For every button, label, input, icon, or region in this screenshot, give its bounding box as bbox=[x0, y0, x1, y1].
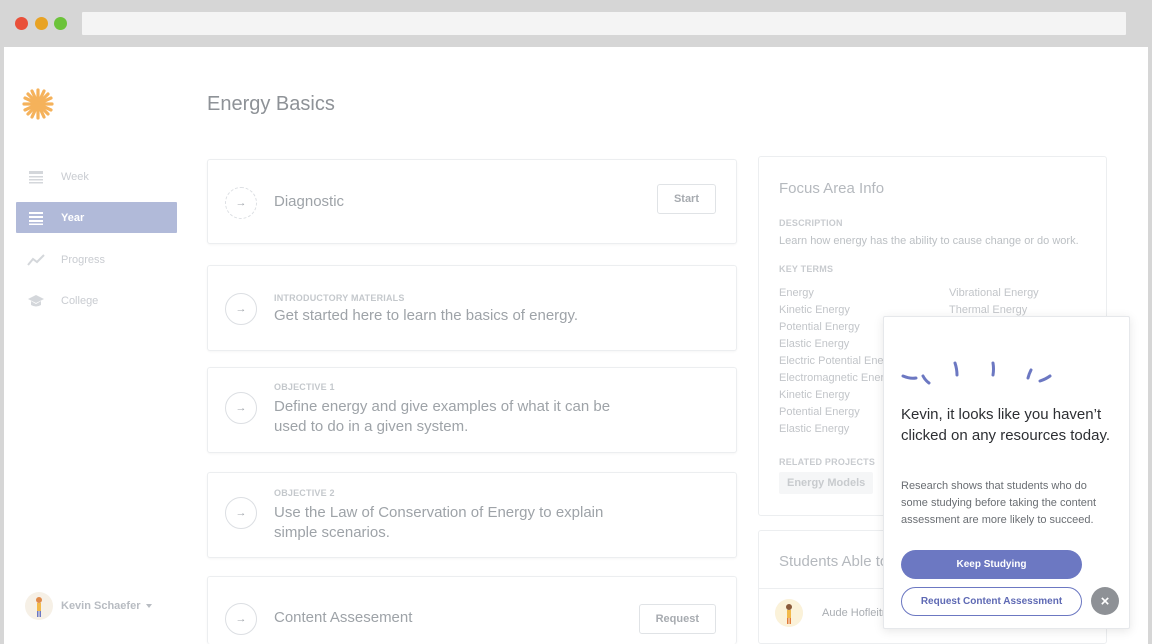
user-menu[interactable]: Kevin Schaefer bbox=[25, 592, 153, 620]
key-term[interactable]: Kinetic Energy bbox=[779, 304, 850, 316]
sidebar-item-progress[interactable]: Progress bbox=[16, 244, 177, 275]
related-projects-label: RELATED PROJECTS bbox=[779, 457, 876, 467]
key-term[interactable]: Electric Potential Ene bbox=[779, 355, 884, 367]
diagnostic-card[interactable]: → Diagnostic Start bbox=[207, 159, 737, 244]
arrow-right-icon: → bbox=[225, 392, 257, 424]
calendar-week-icon bbox=[27, 169, 45, 185]
key-term[interactable]: Thermal Energy bbox=[949, 304, 1027, 316]
key-term[interactable]: Elastic Energy bbox=[779, 338, 849, 350]
sidebar-item-year[interactable]: Year bbox=[16, 202, 177, 233]
key-term[interactable]: Potential Energy bbox=[779, 406, 860, 418]
app-logo[interactable] bbox=[22, 88, 54, 120]
sidebar-item-label: Progress bbox=[61, 253, 106, 266]
card-text: Get started here to learn the basics of … bbox=[274, 307, 579, 324]
content-assessment-card[interactable]: → Content Assesement Request bbox=[207, 576, 737, 644]
description-label: DESCRIPTION bbox=[779, 218, 843, 228]
keep-studying-button[interactable]: Keep Studying bbox=[901, 550, 1082, 579]
key-term[interactable]: Elastic Energy bbox=[779, 423, 849, 435]
sidebar-item-college[interactable]: College bbox=[16, 285, 177, 316]
panel-title: Students Able to bbox=[779, 553, 889, 570]
key-term[interactable]: Potential Energy bbox=[779, 321, 860, 333]
trend-line-icon bbox=[27, 252, 45, 268]
popup-body: Research shows that students who do some… bbox=[901, 480, 1097, 526]
arrow-right-icon: → bbox=[225, 187, 257, 219]
card-text: Use the Law of Conservation of Energy to… bbox=[274, 504, 604, 541]
intro-materials-card[interactable]: → INTRODUCTORY MATERIALS Get started her… bbox=[207, 265, 737, 351]
browser-frame-left bbox=[0, 47, 4, 644]
key-terms-label: KEY TERMS bbox=[779, 264, 834, 274]
user-name: Kevin Schaefer bbox=[61, 600, 141, 612]
key-term[interactable]: Electromagnetic Ener bbox=[779, 372, 884, 384]
start-button[interactable]: Start bbox=[656, 184, 716, 214]
list-icon bbox=[27, 210, 45, 226]
related-project-chip[interactable]: Energy Models bbox=[779, 472, 874, 494]
maximize-window-button[interactable] bbox=[54, 17, 67, 30]
request-content-assessment-button[interactable]: Request Content Assessment bbox=[901, 587, 1082, 616]
card-title: Content Assesement bbox=[274, 609, 413, 626]
study-reminder-popup: Kevin, it looks like you haven’t clicked… bbox=[883, 316, 1130, 629]
sparkle-burst-icon bbox=[901, 361, 1052, 385]
avatar bbox=[775, 599, 803, 627]
list-item[interactable]: Aude Hofleitne bbox=[775, 599, 894, 627]
avatar bbox=[25, 592, 53, 620]
browser-toolbar bbox=[0, 0, 1152, 47]
browser-frame-right bbox=[1148, 47, 1152, 644]
arrow-right-icon: → bbox=[225, 293, 257, 325]
card-kicker: OBJECTIVE 1 bbox=[274, 382, 335, 392]
sidebar-item-label: College bbox=[61, 294, 99, 307]
key-term[interactable]: Kinetic Energy bbox=[779, 389, 850, 401]
objective-2-card[interactable]: → OBJECTIVE 2 Use the Law of Conservatio… bbox=[207, 472, 737, 558]
sidebar-item-label: Year bbox=[61, 211, 85, 224]
card-kicker: OBJECTIVE 2 bbox=[274, 488, 335, 498]
close-window-button[interactable] bbox=[15, 17, 28, 30]
key-term[interactable]: Vibrational Energy bbox=[949, 287, 1039, 299]
popup-heading: Kevin, it looks like you haven’t clicked… bbox=[901, 406, 1110, 444]
minimize-window-button[interactable] bbox=[35, 17, 48, 30]
arrow-right-icon: → bbox=[225, 497, 257, 529]
request-button[interactable]: Request bbox=[638, 604, 716, 634]
card-title: Diagnostic bbox=[274, 193, 345, 210]
page-title: Energy Basics bbox=[207, 93, 335, 115]
description-text: Learn how energy has the ability to caus… bbox=[779, 235, 1079, 247]
chevron-down-icon bbox=[146, 604, 153, 608]
key-term[interactable]: Energy bbox=[779, 287, 814, 299]
sidebar-item-week[interactable]: Week bbox=[16, 161, 177, 192]
panel-title: Focus Area Info bbox=[779, 180, 885, 197]
graduation-cap-icon bbox=[27, 293, 45, 309]
card-text: Define energy and give examples of what … bbox=[274, 398, 611, 435]
close-icon[interactable]: × bbox=[1091, 587, 1119, 615]
sidebar-item-label: Week bbox=[61, 170, 89, 183]
address-bar[interactable] bbox=[82, 12, 1126, 35]
objective-1-card[interactable]: → OBJECTIVE 1 Define energy and give exa… bbox=[207, 367, 737, 453]
arrow-right-icon: → bbox=[225, 603, 257, 635]
card-kicker: INTRODUCTORY MATERIALS bbox=[274, 293, 405, 303]
